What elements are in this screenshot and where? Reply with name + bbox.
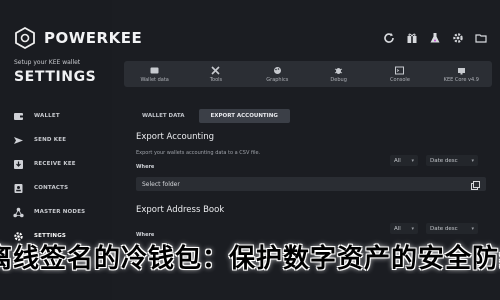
brand: POWERKEE <box>14 27 142 49</box>
debug-icon <box>334 66 343 75</box>
tab-graphics[interactable]: Graphics <box>247 61 308 87</box>
receive-icon <box>12 158 24 170</box>
overlay-banner-text: 离线签名的冷钱包：保护数字资产的安全防线 <box>0 243 500 274</box>
address-sort-select[interactable]: Date desc ▾ <box>426 223 478 234</box>
app-window: POWERKEE Setup your KEE wallet SETTINGS … <box>0 0 500 300</box>
export-address-book-title: Export Address Book <box>136 205 225 215</box>
sidebar-item-label: RECEIVE KEE <box>34 161 76 167</box>
tab-label: Tools <box>209 76 223 83</box>
tab-kee-core[interactable]: KEE Core v4.9 <box>431 61 492 87</box>
sidebar-item-label: SEND KEE <box>34 137 67 143</box>
powerkee-logo-icon <box>15 27 35 49</box>
gift-icon[interactable] <box>405 31 419 45</box>
folder-icon[interactable] <box>474 31 488 45</box>
tab-label: Console <box>390 76 410 83</box>
accounting-sort-select[interactable]: Date desc ▾ <box>426 155 478 166</box>
chevron-down-icon: ▾ <box>471 157 474 164</box>
sidebar-item-receive-kee[interactable]: RECEIVE KEE <box>12 152 112 176</box>
address-filter-select[interactable]: All ▾ <box>390 223 418 234</box>
accounting-sort-value: Date desc <box>430 157 458 164</box>
sidebar-item-master-nodes[interactable]: MASTER NODES <box>12 200 112 224</box>
refresh-icon[interactable] <box>382 31 396 45</box>
chevron-down-icon: ▾ <box>411 157 414 164</box>
graphics-icon <box>273 66 282 75</box>
sidebar-item-label: MASTER NODES <box>34 209 86 215</box>
where-label: Where <box>136 164 155 170</box>
copy-icon[interactable] <box>471 175 480 194</box>
nodes-icon <box>12 206 24 218</box>
tab-label: Graphics <box>266 76 289 83</box>
brand-name: POWERKEE <box>44 29 143 47</box>
sidebar-item-label: WALLET <box>34 113 60 119</box>
sidebar-item-wallet[interactable]: WALLET <box>12 104 112 128</box>
tools-icon <box>211 65 221 75</box>
top-actions <box>382 31 488 45</box>
tab-console[interactable]: Console <box>369 61 430 87</box>
console-icon <box>395 66 405 75</box>
wallet-data-icon <box>150 66 159 75</box>
tab-debug[interactable]: Debug <box>308 61 369 87</box>
subtab-export-accounting[interactable]: EXPORT ACCOUNTING <box>198 109 290 123</box>
tab-wallet-data[interactable]: Wallet data <box>124 61 185 87</box>
select-folder-text: Select folder <box>142 180 180 188</box>
chevron-down-icon: ▾ <box>471 225 474 232</box>
send-icon <box>12 134 24 146</box>
tab-label: Debug <box>330 76 347 83</box>
export-accounting-title: Export Accounting <box>136 132 214 142</box>
sidebar-item-label: CONTACTS <box>34 185 69 191</box>
gear-icon[interactable] <box>451 31 465 45</box>
subtab-wallet-data[interactable]: WALLET DATA <box>130 109 197 123</box>
accounting-filter-value: All <box>394 157 401 164</box>
contacts-icon <box>12 182 24 194</box>
sidebar-item-contacts[interactable]: CONTACTS <box>12 176 112 200</box>
tab-label: Wallet data <box>140 76 169 83</box>
accounting-filter-select[interactable]: All ▾ <box>390 155 418 166</box>
sidebar-item-send-kee[interactable]: SEND KEE <box>12 128 112 152</box>
sidebar-nav: WALLET SEND KEE RECEIVE KEE CONTACTS MAS… <box>12 104 112 248</box>
wallet-icon <box>12 110 24 122</box>
flask-icon[interactable] <box>428 31 442 45</box>
core-icon <box>457 66 466 75</box>
chevron-down-icon: ▾ <box>411 225 414 232</box>
address-sort-value: Date desc <box>430 225 458 232</box>
export-accounting-description: Export your wallets accounting data to a… <box>136 150 261 156</box>
brand-tagline: Setup your KEE wallet <box>14 59 81 66</box>
page-title: SETTINGS <box>14 69 97 85</box>
select-folder-field[interactable]: Select folder <box>136 177 486 191</box>
address-filter-value: All <box>394 225 401 232</box>
settings-toolbar: Wallet data Tools Graphics Debug Console <box>124 61 492 87</box>
tab-label: KEE Core v4.9 <box>443 76 479 83</box>
subtabs: WALLET DATA EXPORT ACCOUNTING <box>130 109 290 123</box>
tab-tools[interactable]: Tools <box>185 61 246 87</box>
